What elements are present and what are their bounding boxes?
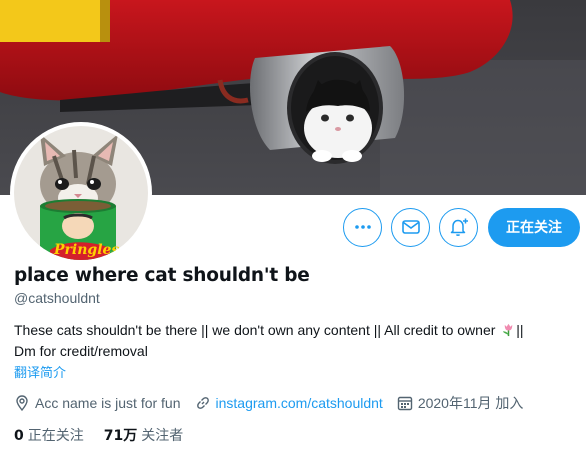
followers-stat[interactable]: 71万 关注者 [104,425,183,445]
avatar-image: Pringles [14,126,148,260]
svg-text:Pringles: Pringles [53,242,119,258]
avatar[interactable]: Pringles [10,122,152,264]
calendar-icon [397,396,413,411]
bio-text-line2: Dm for credit/removal [14,343,148,359]
message-button[interactable] [391,207,430,247]
followers-count: 71万 [103,428,138,444]
following-label: 正在关注 [27,428,84,444]
profile-handle: @catshouldnt [14,290,100,306]
profile-display-name: place where cat shouldn't be [14,265,310,286]
translate-bio-link[interactable]: 翻译简介 [14,362,66,381]
joined-date-text: 2020年11月 加入 [417,395,524,411]
following-button[interactable]: 正在关注 [488,207,580,247]
website-item: instagram.com/catshouldnt [195,395,383,411]
profile-meta: Acc name is just for fun instagram.com/c… [14,393,537,413]
website-link[interactable]: instagram.com/catshouldnt [216,395,383,411]
profile-stats: 0 正在关注 71万 关注者 [14,425,203,445]
bio-text: These cats shouldn't be there || we don'… [14,322,496,338]
location-pin-icon [16,395,28,411]
notifications-button[interactable] [439,207,478,247]
more-icon [354,225,371,229]
profile-actions: 正在关注 [334,207,580,247]
following-count: 0 [14,428,24,444]
joined-item: 2020年11月 加入 [397,393,524,413]
link-icon [196,397,209,409]
location-text: Acc name is just for fun [35,395,181,411]
followers-label: 关注者 [141,428,184,444]
more-button[interactable] [343,207,382,247]
bio-separator: || [516,322,524,338]
location-item: Acc name is just for fun [14,395,181,411]
mail-icon [401,220,420,234]
profile-bio: These cats shouldn't be there || we don'… [14,320,580,362]
notification-bell-icon [450,218,468,236]
tulip-emoji-icon [503,323,513,337]
following-stat[interactable]: 0 正在关注 [14,425,84,445]
